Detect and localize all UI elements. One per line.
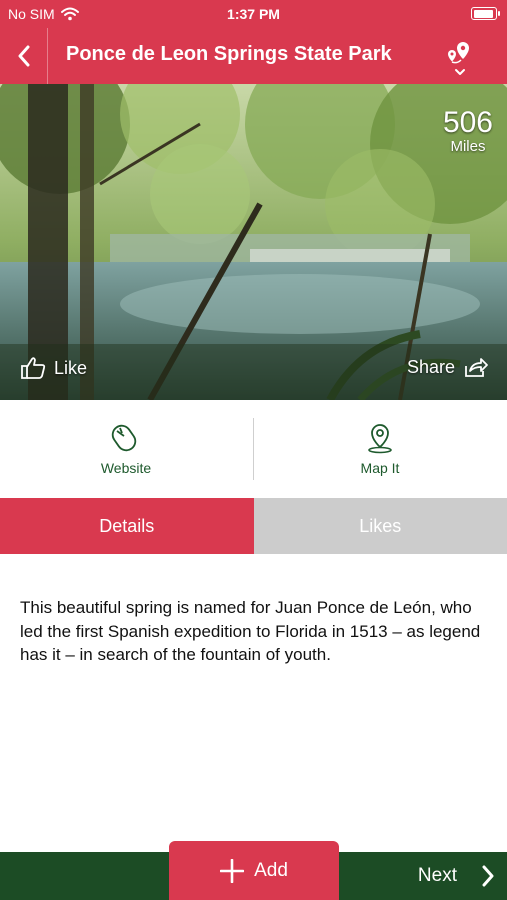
thumbs-up-icon bbox=[21, 357, 46, 379]
chevron-right-icon bbox=[482, 865, 494, 887]
next-button[interactable]: Next bbox=[418, 852, 495, 900]
mouse-icon bbox=[111, 424, 137, 452]
website-label: Website bbox=[100, 460, 152, 476]
share-button[interactable]: Share bbox=[407, 356, 489, 378]
park-description: This beautiful spring is named for Juan … bbox=[20, 598, 481, 664]
like-label: Like bbox=[54, 357, 88, 378]
route-menu-button[interactable] bbox=[443, 38, 477, 78]
distance-unit: Miles bbox=[450, 138, 486, 155]
nav-bar: Ponce de Leon Springs State Park bbox=[0, 28, 507, 84]
clock: 1:37 PM bbox=[227, 6, 280, 22]
tab-bar: Details Likes bbox=[0, 498, 507, 554]
map-pin-icon bbox=[368, 424, 392, 454]
map-it-label: Map It bbox=[360, 460, 400, 476]
chevron-left-icon bbox=[18, 45, 29, 67]
website-button[interactable]: Website bbox=[26, 422, 226, 476]
route-pins-icon bbox=[448, 42, 469, 75]
plus-icon bbox=[220, 858, 245, 883]
like-button[interactable]: Like bbox=[20, 356, 87, 380]
page-title: Ponce de Leon Springs State Park bbox=[66, 43, 392, 65]
top-bar: No SIM 1:37 PM Ponce de Leon Springs Sta… bbox=[0, 0, 507, 84]
map-it-button[interactable]: Map It bbox=[280, 422, 480, 476]
add-label: Add bbox=[254, 859, 288, 881]
distance-value: 506 bbox=[442, 106, 493, 139]
next-label: Next bbox=[417, 865, 457, 886]
distance-readout: 506 Miles bbox=[442, 106, 493, 156]
back-button[interactable] bbox=[0, 28, 48, 84]
tab-likes[interactable]: Likes bbox=[253, 498, 507, 554]
action-row: Website Map It bbox=[0, 400, 507, 498]
tab-details[interactable]: Details bbox=[0, 498, 254, 554]
battery-icon bbox=[471, 7, 500, 20]
action-divider bbox=[253, 418, 254, 480]
park-photo: 506 Miles Like Share bbox=[0, 84, 507, 400]
status-bar: No SIM 1:37 PM bbox=[0, 0, 507, 28]
share-icon bbox=[465, 358, 488, 377]
share-label: Share bbox=[406, 356, 455, 377]
spring-photo-image bbox=[0, 84, 507, 400]
add-button[interactable]: Add bbox=[169, 841, 339, 900]
